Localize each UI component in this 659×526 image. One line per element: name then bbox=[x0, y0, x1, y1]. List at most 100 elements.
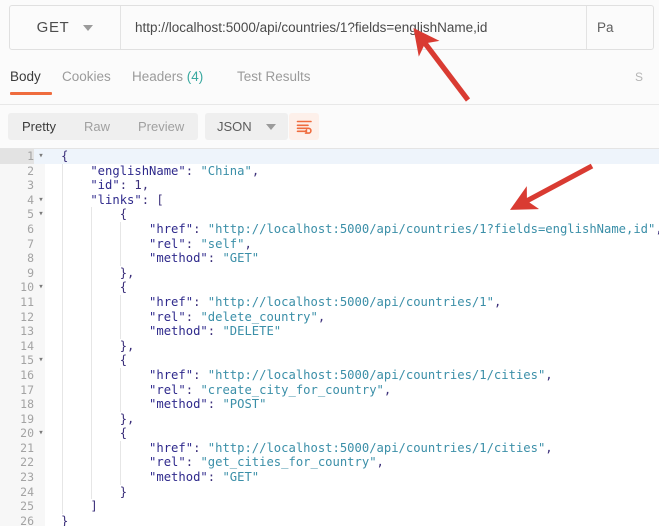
code-line: 20 ▾ { bbox=[0, 426, 659, 441]
request-url-bar: GET http://localhost:5000/api/countries/… bbox=[9, 5, 654, 50]
code-text: "rel": "self", bbox=[61, 236, 252, 251]
content-type-label: JSON bbox=[217, 119, 252, 134]
line-number: 24 bbox=[20, 484, 34, 499]
code-line: 1 ▾ { bbox=[0, 149, 659, 164]
code-text: { bbox=[61, 149, 69, 163]
code-line: 5 ▾ { bbox=[0, 207, 659, 222]
line-number: 1 bbox=[0, 149, 34, 164]
active-tab-indicator bbox=[10, 92, 52, 95]
line-number: 6 bbox=[27, 221, 34, 236]
line-number: 7 bbox=[27, 236, 34, 251]
wrap-lines-icon bbox=[296, 120, 312, 134]
view-mode-preview[interactable]: Preview bbox=[124, 113, 198, 140]
code-text: "englishName": "China", bbox=[61, 163, 260, 178]
fold-toggle-icon[interactable]: ▾ bbox=[36, 353, 46, 368]
code-text: { bbox=[61, 280, 128, 295]
tab-test-results[interactable]: Test Results bbox=[237, 69, 311, 84]
code-text: } bbox=[61, 484, 128, 499]
line-number: 5 bbox=[27, 207, 34, 222]
line-number: 10 bbox=[20, 280, 34, 295]
line-number: 20 bbox=[20, 426, 34, 441]
code-line: 11 "href": "http://localhost:5000/api/co… bbox=[0, 295, 659, 310]
line-number: 17 bbox=[20, 382, 34, 397]
code-text: "href": "http://localhost:5000/api/count… bbox=[61, 221, 659, 236]
tab-headers[interactable]: Headers (4) bbox=[132, 69, 203, 84]
code-line: 4 ▾ "links": [ bbox=[0, 193, 659, 208]
code-line: 15 ▾ { bbox=[0, 353, 659, 368]
line-number: 16 bbox=[20, 367, 34, 382]
code-text: { bbox=[61, 426, 128, 441]
line-number: 4 bbox=[27, 192, 34, 207]
line-number: 8 bbox=[27, 251, 34, 266]
params-button[interactable]: Pa bbox=[587, 6, 653, 49]
http-method-selector[interactable]: GET bbox=[10, 6, 121, 49]
indent-guide bbox=[120, 368, 122, 412]
code-line: 2 "englishName": "China", bbox=[0, 164, 659, 179]
code-text: { bbox=[61, 353, 128, 368]
code-text: "rel": "get_cities_for_country", bbox=[61, 455, 384, 470]
line-number: 3 bbox=[27, 178, 34, 193]
chevron-down-icon bbox=[265, 123, 276, 130]
code-line: 16 "href": "http://localhost:5000/api/co… bbox=[0, 368, 659, 383]
view-mode-group: Pretty Raw Preview bbox=[8, 113, 199, 140]
line-number: 9 bbox=[27, 265, 34, 280]
code-line: 7 "rel": "self", bbox=[0, 237, 659, 252]
code-line: 21 "href": "http://localhost:5000/api/co… bbox=[0, 441, 659, 456]
line-number: 13 bbox=[20, 324, 34, 339]
code-line: 19 }, bbox=[0, 412, 659, 427]
code-line: 25 ] bbox=[0, 499, 659, 514]
code-line: 24 } bbox=[0, 485, 659, 500]
line-number: 25 bbox=[20, 499, 34, 514]
code-line: 3 "id": 1, bbox=[0, 178, 659, 193]
line-number: 11 bbox=[20, 294, 34, 309]
code-line: 6 "href": "http://localhost:5000/api/cou… bbox=[0, 222, 659, 237]
http-method-label: GET bbox=[36, 19, 70, 36]
code-line: 12 "rel": "delete_country", bbox=[0, 310, 659, 325]
wrap-lines-button[interactable] bbox=[289, 113, 319, 140]
response-body-viewer[interactable]: 1 ▾{2 "englishName": "China", 3 "id": 1, 4 ▾… bbox=[0, 148, 659, 526]
code-text: "rel": "delete_country", bbox=[61, 309, 326, 324]
response-status-text: S bbox=[635, 70, 644, 84]
code-text: }, bbox=[61, 411, 135, 426]
code-text: }, bbox=[61, 338, 135, 353]
indent-guide bbox=[120, 441, 122, 485]
code-text: "method": "POST" bbox=[61, 397, 267, 412]
json-code-block[interactable]: 1 ▾{2 "englishName": "China", 3 "id": 1, 4 ▾… bbox=[0, 149, 659, 526]
code-text: ] bbox=[61, 499, 98, 514]
code-text: "href": "http://localhost:5000/api/count… bbox=[61, 440, 553, 455]
response-format-toolbar: Pretty Raw Preview JSON bbox=[0, 105, 659, 148]
indent-guide bbox=[61, 163, 63, 514]
code-text: "rel": "create_city_for_country", bbox=[61, 382, 392, 397]
headers-count-badge: (4) bbox=[186, 69, 204, 84]
request-url-input[interactable]: http://localhost:5000/api/countries/1?fi… bbox=[121, 6, 587, 49]
line-number: 15 bbox=[20, 353, 34, 368]
postman-response-pane: GET http://localhost:5000/api/countries/… bbox=[0, 0, 659, 526]
fold-toggle-icon[interactable]: ▾ bbox=[36, 149, 46, 164]
line-number: 26 bbox=[20, 513, 34, 526]
line-number: 22 bbox=[20, 455, 34, 470]
line-number: 19 bbox=[20, 411, 34, 426]
content-type-selector[interactable]: JSON bbox=[205, 113, 288, 140]
view-mode-raw[interactable]: Raw bbox=[70, 113, 124, 140]
view-mode-pretty[interactable]: Pretty bbox=[8, 113, 70, 140]
fold-toggle-icon[interactable]: ▾ bbox=[36, 207, 46, 222]
code-text: "href": "http://localhost:5000/api/count… bbox=[61, 294, 502, 309]
fold-toggle-icon[interactable]: ▾ bbox=[36, 426, 46, 441]
fold-toggle-icon[interactable]: ▾ bbox=[36, 280, 46, 295]
code-line: 26} bbox=[0, 514, 659, 526]
line-number: 18 bbox=[20, 397, 34, 412]
code-text: "href": "http://localhost:5000/api/count… bbox=[61, 367, 553, 382]
tab-body[interactable]: Body bbox=[10, 69, 41, 84]
line-number: 2 bbox=[27, 163, 34, 178]
line-number: 23 bbox=[20, 470, 34, 485]
code-line: 14 }, bbox=[0, 339, 659, 354]
code-text: } bbox=[61, 513, 69, 526]
code-line: 18 "method": "POST" bbox=[0, 397, 659, 412]
code-text: }, bbox=[61, 265, 135, 280]
indent-guide bbox=[90, 207, 92, 500]
request-bar: GET http://localhost:5000/api/countries/… bbox=[0, 0, 659, 55]
code-text: "id": 1, bbox=[61, 178, 150, 193]
fold-toggle-icon[interactable]: ▾ bbox=[36, 193, 46, 208]
code-line: 23 "method": "GET" bbox=[0, 470, 659, 485]
tab-cookies[interactable]: Cookies bbox=[62, 69, 111, 84]
